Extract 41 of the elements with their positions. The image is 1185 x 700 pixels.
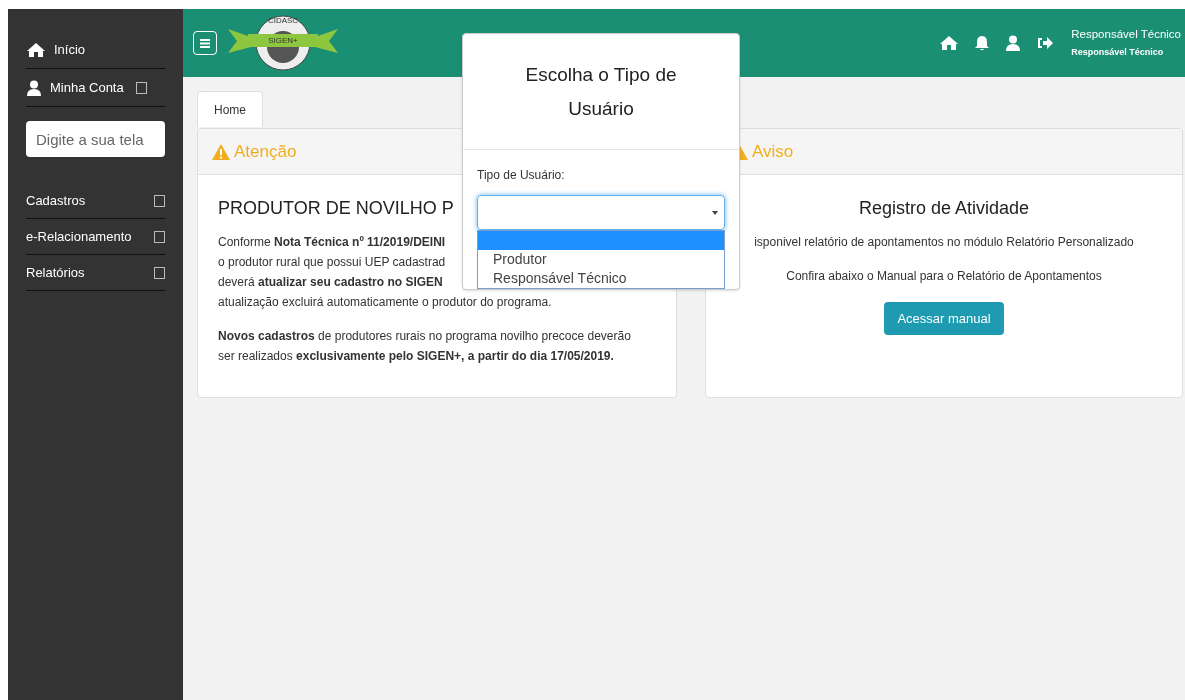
card-title: Atenção (234, 140, 297, 163)
user-icon (1005, 35, 1022, 51)
search-field[interactable]: Digite a sua tela (26, 121, 165, 157)
select-field[interactable] (477, 195, 725, 230)
home-icon (939, 35, 960, 51)
card-title: Aviso (752, 140, 794, 163)
expand-icon (154, 266, 165, 279)
warning-icon (212, 143, 230, 160)
user-icon (26, 79, 42, 96)
card-heading: PRODUTOR DE NOVILHO P (218, 197, 454, 220)
field-label: Tipo de Usuário: (477, 167, 566, 184)
sidebar-item[interactable]: Início (26, 31, 165, 69)
home-icon (26, 41, 46, 58)
text-line: isponivel relatório de apontamentos no módulo Relatório Personalizado (754, 234, 1134, 251)
text-line: Conforme Nota Técnica nº 11/2019/DEINI (218, 234, 446, 251)
logout-icon (1037, 36, 1054, 50)
dropdown-option[interactable]: Produtor (478, 250, 724, 269)
user-name: Responsável Técnico (1071, 27, 1181, 43)
user-role: Responsável Técnico (1071, 46, 1165, 60)
tab[interactable]: Home (197, 91, 263, 127)
expand-icon (154, 194, 165, 207)
expand-icon (154, 230, 165, 243)
modal-title: Escolha o Tipo de Usuário (524, 62, 678, 121)
caret-icon (712, 210, 718, 215)
menu-toggle-button[interactable] (193, 31, 217, 55)
logo: CIDASC SIGEN+ (223, 13, 343, 73)
dropdown-option[interactable]: Responsável Técnico (478, 269, 724, 288)
menu-item[interactable]: Relatórios (26, 255, 165, 291)
text-line: atualização excluirá automaticamente o produtor do programa. (218, 294, 552, 311)
sidebar-item-label: Início (54, 40, 86, 59)
text-line: Confira abaixo o Manual para o Relatório de Apontamentos (786, 268, 1102, 285)
text-line: o produtor rural que possui UEP cadastrad (218, 254, 446, 271)
bell-icon (975, 35, 990, 51)
card-heading: Registro de Atividade (858, 197, 1030, 220)
paragraph: Novos cadastros de produtores rurais no programa novilho precoce deverão ser realizados exclusivamente pelo SIGEN+, a partir do dia 17/05/2019. (218, 328, 632, 365)
menu-item[interactable]: Cadastros (26, 183, 165, 219)
text-line: deverá atualizar seu cadastro no SIGEN (218, 274, 443, 291)
sidebar-item[interactable]: Minha Conta (26, 69, 165, 107)
sidebar-item-label: Minha Conta (50, 78, 124, 97)
menu-icon (200, 38, 210, 48)
menu-item[interactable]: e-Relacionamento (26, 219, 165, 255)
